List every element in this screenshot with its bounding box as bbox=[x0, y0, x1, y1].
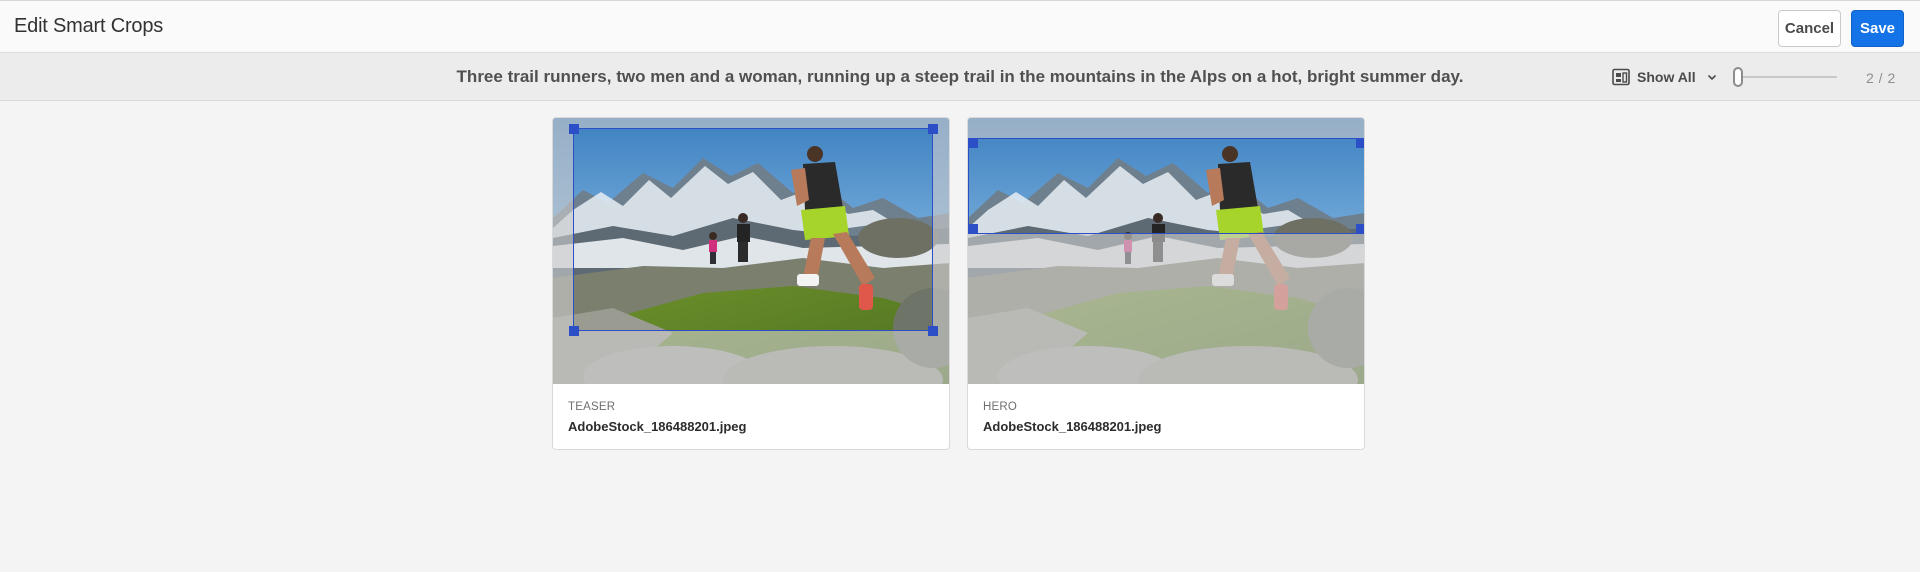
toolbar: Three trail runners, two men and a woman… bbox=[0, 53, 1920, 101]
crop-frame[interactable] bbox=[968, 138, 1364, 234]
crop-preview[interactable] bbox=[968, 118, 1364, 384]
cancel-button[interactable]: Cancel bbox=[1778, 10, 1841, 47]
crop-handle-bottom-left[interactable] bbox=[569, 326, 579, 336]
crop-frame[interactable] bbox=[573, 128, 933, 331]
page-counter: 2 / 2 bbox=[1866, 70, 1896, 86]
crop-profile-name: TEASER bbox=[568, 401, 616, 413]
crop-preview[interactable] bbox=[553, 118, 949, 384]
save-button[interactable]: Save bbox=[1851, 10, 1904, 47]
crop-shade bbox=[968, 234, 1364, 384]
size-slider[interactable] bbox=[1733, 66, 1837, 88]
header-bar: Edit Smart Crops Cancel Save bbox=[0, 0, 1920, 53]
crop-profile-name: HERO bbox=[983, 401, 1018, 413]
crop-shade bbox=[553, 331, 949, 384]
crop-card-hero[interactable]: HERO AdobeStock_186488201.jpeg bbox=[967, 117, 1365, 450]
crop-handle-top-right[interactable] bbox=[928, 124, 938, 134]
crop-shade bbox=[553, 129, 574, 331]
crop-handle-top-left[interactable] bbox=[968, 138, 978, 148]
asset-filename: AdobeStock_186488201.jpeg bbox=[983, 419, 1162, 434]
card-meta: TEASER AdobeStock_186488201.jpeg bbox=[568, 401, 746, 434]
asset-filename: AdobeStock_186488201.jpeg bbox=[568, 419, 747, 434]
crop-shade bbox=[932, 129, 949, 331]
chevron-down-icon bbox=[1707, 74, 1716, 81]
crop-handle-top-left[interactable] bbox=[569, 124, 579, 134]
view-select-value: Show All bbox=[1637, 69, 1696, 85]
view-select[interactable]: Show All bbox=[1612, 66, 1717, 88]
page-title: Edit Smart Crops bbox=[14, 15, 164, 37]
crop-handle-bottom-right[interactable] bbox=[1356, 224, 1364, 234]
slider-thumb[interactable] bbox=[1733, 67, 1743, 87]
slider-track bbox=[1733, 76, 1837, 78]
card-meta: HERO AdobeStock_186488201.jpeg bbox=[983, 401, 1161, 434]
card-view-icon bbox=[1612, 68, 1630, 86]
crop-handle-bottom-left[interactable] bbox=[968, 224, 978, 234]
crop-handle-bottom-right[interactable] bbox=[928, 326, 938, 336]
crop-card-teaser[interactable]: TEASER AdobeStock_186488201.jpeg bbox=[552, 117, 950, 450]
crop-shade bbox=[968, 118, 1364, 138]
crop-handle-top-right[interactable] bbox=[1356, 138, 1364, 148]
